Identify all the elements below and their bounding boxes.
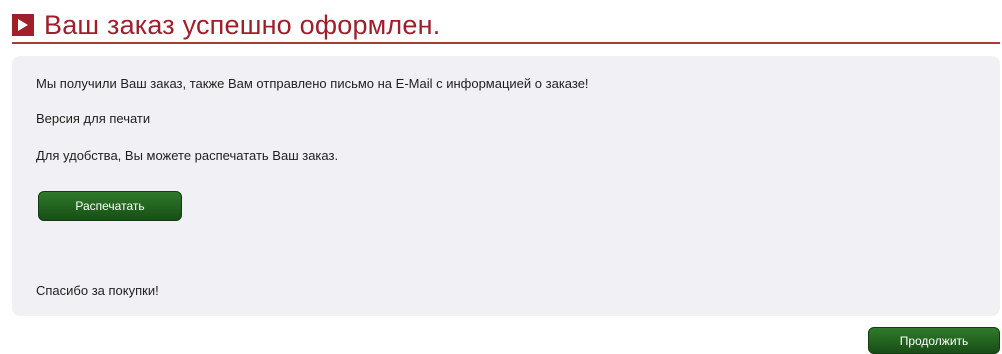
print-version-label: Версия для печати bbox=[36, 111, 151, 126]
continue-button[interactable]: Продолжить bbox=[868, 327, 1000, 354]
page-heading: Ваш заказ успешно оформлен. bbox=[12, 8, 1000, 44]
order-received-message: Мы получили Ваш заказ, также Вам отправл… bbox=[36, 76, 589, 91]
page-title: Ваш заказ успешно оформлен. bbox=[44, 9, 441, 40]
order-confirmation-panel: Мы получили Ваш заказ, также Вам отправл… bbox=[12, 56, 1000, 316]
print-button[interactable]: Распечатать bbox=[38, 191, 182, 221]
print-hint-text: Для удобства, Вы можете распечатать Ваш … bbox=[36, 148, 339, 163]
play-arrow-icon bbox=[12, 14, 34, 36]
thanks-message: Спасибо за покупки! bbox=[36, 283, 159, 298]
